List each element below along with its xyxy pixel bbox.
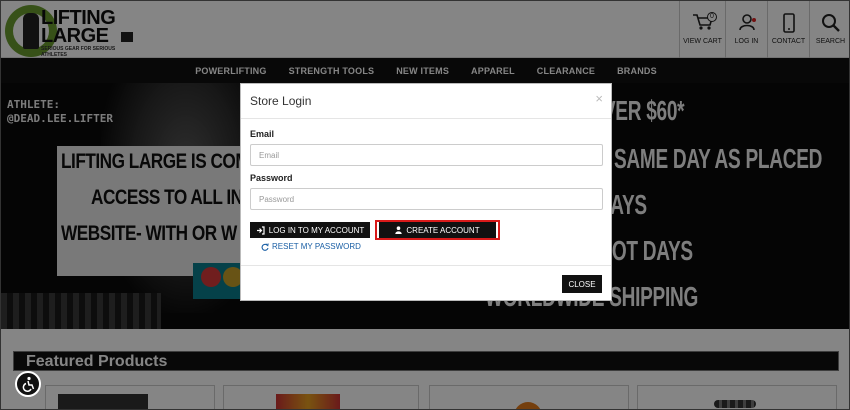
modal-header: Store Login × [241, 84, 611, 119]
password-input[interactable] [250, 188, 603, 210]
password-label: Password [250, 173, 293, 183]
email-label: Email [250, 129, 275, 139]
user-icon [395, 226, 403, 234]
create-account-button[interactable]: CREATE ACCOUNT [379, 222, 496, 238]
email-input[interactable] [250, 144, 603, 166]
create-account-label: CREATE ACCOUNT [406, 225, 480, 235]
sign-in-icon [256, 225, 265, 235]
reset-password-label: RESET MY PASSWORD [272, 242, 361, 251]
modal-close-icon[interactable]: × [595, 91, 603, 106]
modal-title: Store Login [250, 94, 312, 108]
store-login-modal: Store Login × Email Password LOG IN TO M… [240, 83, 612, 301]
reset-password-link[interactable]: RESET MY PASSWORD [261, 242, 361, 251]
accessibility-button[interactable] [15, 371, 41, 397]
create-account-highlight: CREATE ACCOUNT [375, 220, 500, 240]
accessibility-icon [22, 376, 35, 392]
login-to-account-label: LOG IN TO MY ACCOUNT [268, 225, 365, 235]
close-button[interactable]: CLOSE [562, 275, 602, 293]
refresh-icon [261, 242, 269, 251]
modal-footer: CLOSE [241, 265, 611, 301]
login-to-account-button[interactable]: LOG IN TO MY ACCOUNT [250, 222, 370, 238]
page-frame: LIFTING LARGE SERIOUS GEAR FOR SERIOUS A… [0, 0, 850, 410]
